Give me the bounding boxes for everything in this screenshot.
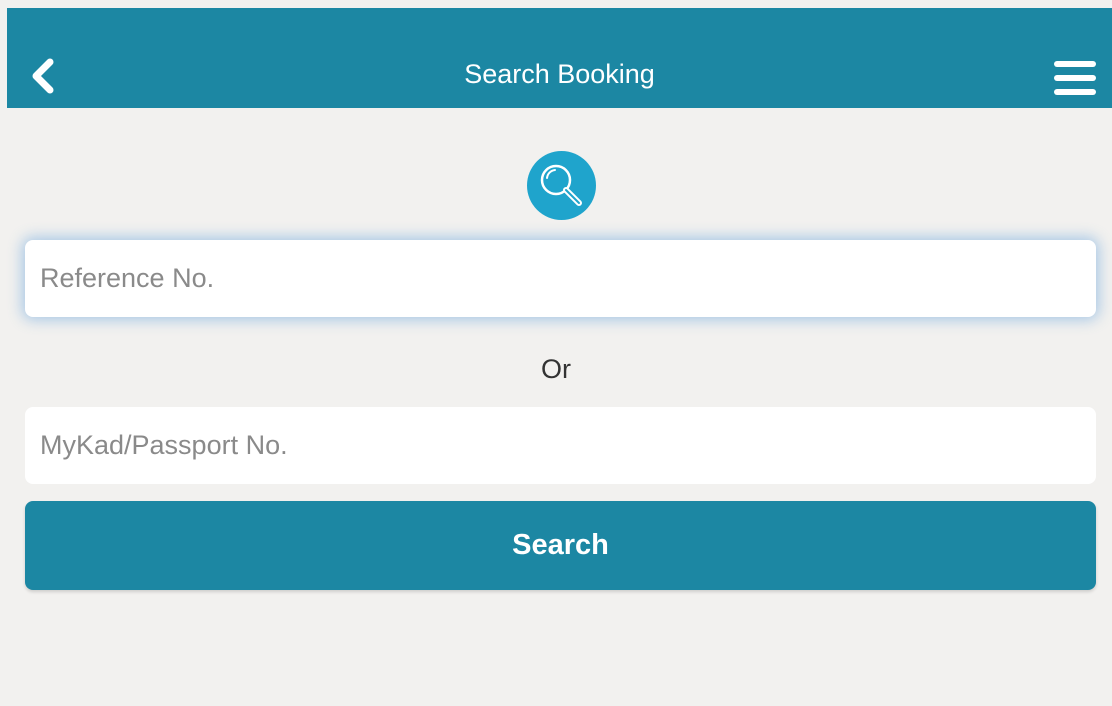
- search-badge: [527, 151, 596, 220]
- hamburger-menu-icon: [1052, 58, 1098, 98]
- menu-button[interactable]: [1052, 58, 1098, 98]
- magnifier-icon: [527, 151, 596, 220]
- page-title: Search Booking: [464, 59, 655, 89]
- or-separator: Or: [541, 354, 571, 384]
- mykad-passport-input[interactable]: [25, 407, 1096, 484]
- search-button[interactable]: Search: [25, 501, 1096, 590]
- reference-number-input[interactable]: [25, 240, 1096, 317]
- app-header: Search Booking: [7, 8, 1112, 108]
- window-top-edge: [0, 0, 1112, 8]
